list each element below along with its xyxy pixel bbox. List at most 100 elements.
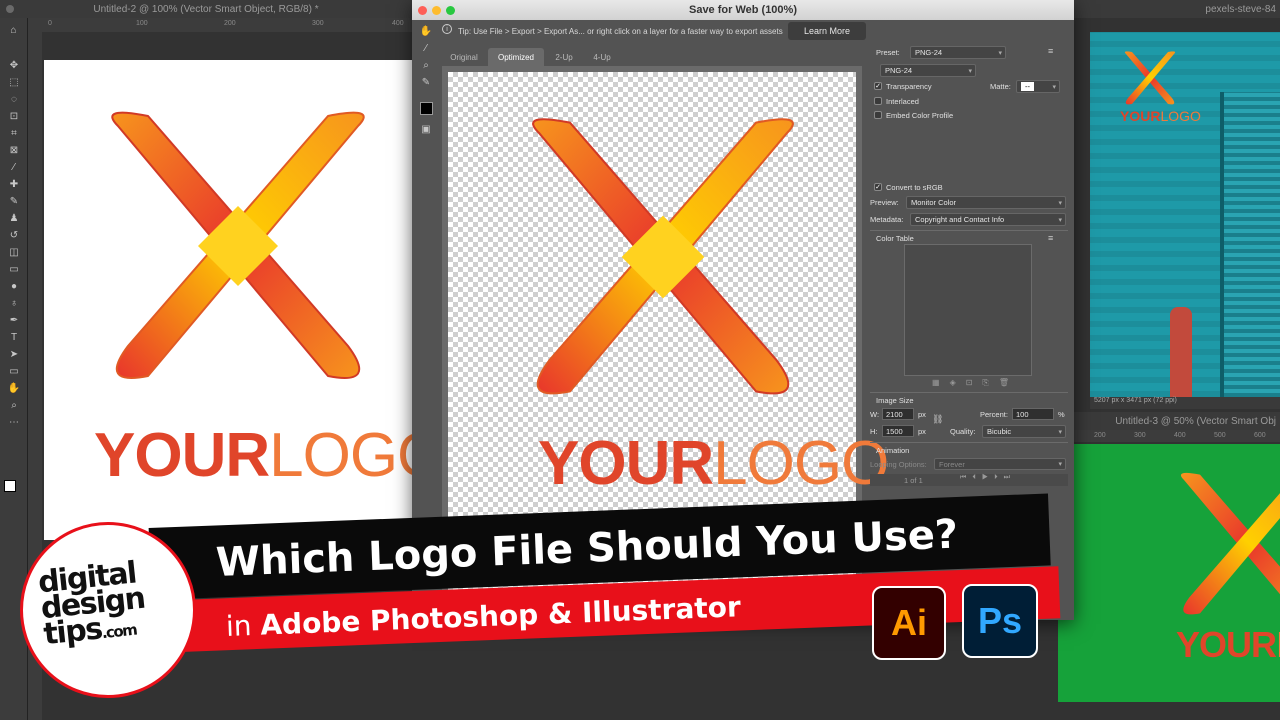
type-tool-icon[interactable]: T	[6, 329, 22, 345]
photoshop-app-icon: Ps	[962, 584, 1038, 658]
healing-tool-icon[interactable]: ✚	[6, 176, 22, 192]
width-input[interactable]: 2100	[882, 408, 914, 420]
move-tool-icon[interactable]: ✥	[6, 57, 22, 73]
home-icon[interactable]: ⌂	[6, 22, 22, 38]
preview-select[interactable]: Monitor Color	[906, 196, 1066, 209]
x-logo-mark-preview	[532, 118, 794, 395]
prev-frame-icon[interactable]: ⏴	[972, 474, 982, 481]
embed-color-profile-checkbox[interactable]	[874, 111, 882, 119]
minimize-window-icon[interactable]	[432, 6, 441, 15]
left-canvas[interactable]: YOURLOGO	[44, 60, 445, 540]
convert-srgb-checkbox[interactable]: ✓	[874, 183, 882, 191]
new-color-icon[interactable]: ⎘	[982, 378, 998, 387]
crop-tool-icon[interactable]: ⌗	[6, 125, 22, 141]
brand-line-3: tips	[41, 611, 104, 653]
ruler-tick: 300	[1134, 432, 1146, 439]
logo-wordmark-small: YOURLOGO	[1120, 108, 1201, 124]
select-tool-icon[interactable]: ⊡	[6, 108, 22, 124]
interlaced-checkbox[interactable]	[874, 97, 882, 105]
left-doc-titlebar[interactable]: Untitled-2 @ 100% (Vector Smart Object, …	[0, 0, 412, 18]
next-frame-icon[interactable]: ⏵	[994, 474, 1004, 481]
animation-controls: 1 of 1 ⏮⏴▶⏵⏭	[870, 474, 1068, 486]
tab-2-up[interactable]: 2-Up	[546, 48, 582, 66]
quality-select[interactable]: Bicubic	[982, 425, 1066, 438]
eyedropper-tool-icon[interactable]: ✎	[418, 74, 434, 90]
zoom-tool-icon[interactable]: ⌕	[6, 397, 22, 413]
tool-column: ✥ ⬚ ◌ ⊡ ⌗ ⊠ ⁄ ✚ ✎ ♟ ↺ ◫ ▭ ● ♁ ✒ T ➤ ▭ ✋ …	[0, 56, 28, 576]
lock-color-icon[interactable]: ⊡	[966, 378, 983, 387]
percent-input[interactable]: 100	[1012, 408, 1054, 420]
metadata-select[interactable]: Copyright and Contact Info	[910, 213, 1066, 226]
first-frame-icon[interactable]: ⏮	[960, 474, 972, 481]
play-icon[interactable]: ▶	[982, 474, 994, 481]
ruler-tick: 300	[312, 20, 324, 27]
toggle-slices-icon[interactable]: ▣	[418, 121, 434, 137]
matte-value: --	[1021, 82, 1034, 91]
history-brush-icon[interactable]: ↺	[6, 227, 22, 243]
right-bottom-titlebar[interactable]: Untitled-3 @ 50% (Vector Smart Obj	[1074, 412, 1280, 430]
width-unit: px	[918, 410, 926, 419]
eyedropper-tool-icon[interactable]: ⁄	[6, 159, 22, 175]
interlaced-label: Interlaced	[886, 97, 919, 106]
dodge-tool-icon[interactable]: ♁	[6, 295, 22, 311]
tab-optimized[interactable]: Optimized	[488, 48, 544, 66]
zoom-tool-icon[interactable]: ⌕	[418, 57, 434, 73]
more-tools-icon[interactable]: ⋯	[6, 414, 22, 430]
preset-menu-icon[interactable]: ≡	[1048, 46, 1053, 56]
logo-your-text: YOUR	[1120, 108, 1161, 124]
zoom-window-icon[interactable]	[446, 6, 455, 15]
right-top-titlebar[interactable]: pexels-steve-84	[1074, 0, 1280, 18]
blur-tool-icon[interactable]: ●	[6, 278, 22, 294]
red-bollard	[1170, 307, 1192, 397]
ruler-tick: 0	[48, 20, 52, 27]
tab-original[interactable]: Original	[442, 48, 486, 66]
delete-color-icon[interactable]: 🗑	[999, 378, 1019, 387]
hand-tool-icon[interactable]: ✋	[418, 23, 434, 39]
tab-4-up[interactable]: 4-Up	[584, 48, 620, 66]
photoshop-icon-label: Ps	[977, 600, 1023, 641]
transparency-label: Transparency	[886, 82, 932, 91]
eyedropper-color-swatch[interactable]	[420, 102, 433, 115]
learn-more-button[interactable]: Learn More	[788, 22, 866, 40]
matte-select[interactable]: --	[1016, 80, 1060, 93]
ruler-tick: 100	[136, 20, 148, 27]
preset-select[interactable]: PNG-24	[910, 46, 1006, 59]
link-proportions-icon[interactable]: ⛓	[932, 414, 943, 425]
green-canvas[interactable]: YOURLOGO	[1058, 444, 1280, 702]
foreground-color-swatch[interactable]	[4, 480, 16, 492]
dialog-titlebar[interactable]: Save for Web (100%)	[412, 0, 1074, 20]
looping-select[interactable]: Forever	[934, 458, 1066, 470]
shape-tool-icon[interactable]: ▭	[6, 363, 22, 379]
animation-label: Animation	[876, 446, 910, 455]
color-table[interactable]	[904, 244, 1032, 376]
color-table-menu-icon[interactable]: ≡	[1048, 233, 1053, 243]
view-tabs: Original Optimized 2-Up 4-Up	[442, 46, 862, 66]
height-label: H:	[870, 427, 878, 436]
frame-tool-icon[interactable]: ⊠	[6, 142, 22, 158]
brush-tool-icon[interactable]: ✎	[6, 193, 22, 209]
pen-tool-icon[interactable]: ✒	[6, 312, 22, 328]
close-icon[interactable]	[6, 5, 14, 13]
left-doc-title: Untitled-2 @ 100% (Vector Smart Object, …	[93, 3, 319, 15]
slice-select-icon[interactable]: ⁄	[418, 40, 434, 56]
path-select-icon[interactable]: ➤	[6, 346, 22, 362]
height-input[interactable]: 1500	[882, 425, 914, 437]
horizontal-ruler: 0 100 200 300 400	[28, 18, 412, 32]
file-format-select[interactable]: PNG-24	[880, 64, 976, 77]
close-window-icon[interactable]	[418, 6, 427, 15]
last-frame-icon[interactable]: ⏭	[1004, 474, 1016, 481]
gradient-tool-icon[interactable]: ▭	[6, 261, 22, 277]
transparency-checkbox[interactable]: ✓	[874, 82, 882, 90]
logo-your-text: YOUR	[1176, 624, 1277, 665]
lasso-tool-icon[interactable]: ◌	[6, 91, 22, 107]
marquee-tool-icon[interactable]: ⬚	[6, 74, 22, 90]
hand-tool-icon[interactable]: ✋	[6, 380, 22, 396]
brand-line-3-suffix: .com	[100, 620, 138, 643]
web-shift-icon[interactable]: ◈	[950, 378, 966, 387]
right-bottom-ruler: 200 300 400 500 600	[1074, 430, 1280, 442]
ruler-tick: 200	[224, 20, 236, 27]
stamp-tool-icon[interactable]: ♟	[6, 210, 22, 226]
teal-photo-canvas[interactable]: YOURLOGO	[1090, 32, 1280, 397]
map-color-icon[interactable]: ▦	[932, 378, 950, 387]
eraser-tool-icon[interactable]: ◫	[6, 244, 22, 260]
